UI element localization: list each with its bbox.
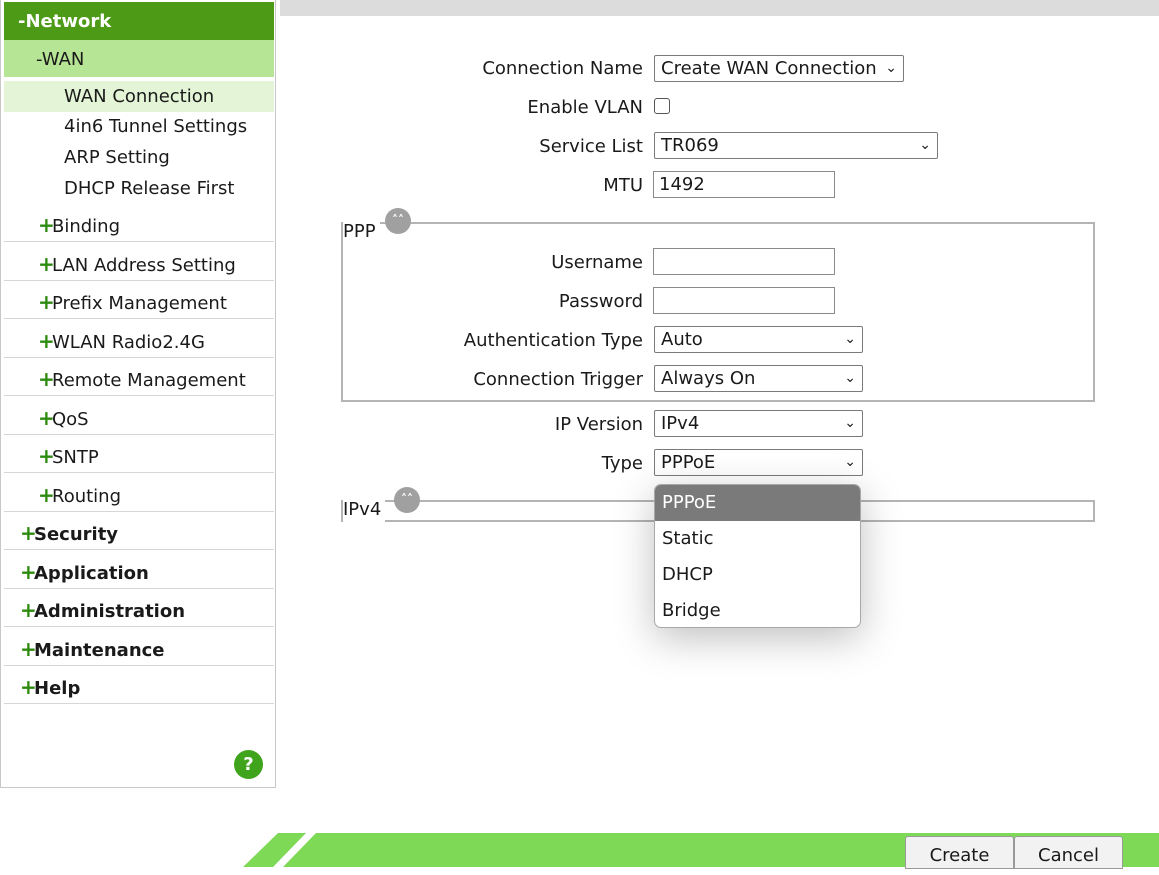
- nav-security[interactable]: +Security: [4, 512, 274, 550]
- expand-plus-icon: +: [38, 252, 55, 276]
- username-label: Username: [551, 252, 643, 273]
- nav-wan[interactable]: -WAN: [4, 40, 274, 77]
- conn-trigger-value: Always On: [661, 368, 756, 389]
- auth-type-label: Authentication Type: [463, 330, 643, 351]
- expand-plus-icon: +: [20, 675, 37, 699]
- chevron-down-icon: ⌄: [844, 415, 856, 431]
- chevron-down-icon: ⌄: [844, 454, 856, 470]
- connection-name-value: Create WAN Connection: [661, 58, 877, 79]
- chevron-down-icon: ⌄: [919, 137, 931, 153]
- nav-qos[interactable]: +QoS: [4, 397, 274, 435]
- type-option-dhcp[interactable]: DHCP: [655, 557, 860, 593]
- nav-label: Application: [34, 563, 149, 584]
- auth-type-value: Auto: [661, 329, 703, 350]
- nav-label: Prefix Management: [52, 293, 227, 314]
- type-select[interactable]: PPPoE ⌄: [654, 449, 863, 476]
- help-icon[interactable]: ?: [234, 750, 263, 779]
- nav-label: LAN Address Setting: [52, 255, 236, 276]
- chevron-down-icon: ⌄: [885, 60, 897, 76]
- expand-plus-icon: +: [38, 213, 55, 237]
- nav-4in6-tunnel-settings[interactable]: 4in6 Tunnel Settings: [4, 111, 274, 142]
- type-dropdown-list: PPPoE Static DHCP Bridge: [654, 484, 861, 628]
- mtu-input[interactable]: 1492: [653, 171, 835, 198]
- nav-application[interactable]: +Application: [4, 551, 274, 589]
- expand-plus-icon: +: [38, 367, 55, 391]
- nav-help[interactable]: +Help: [4, 666, 274, 704]
- nav-prefix-management[interactable]: +Prefix Management: [4, 281, 274, 319]
- type-option-bridge[interactable]: Bridge: [655, 593, 860, 627]
- nav-label: QoS: [52, 409, 89, 430]
- chevron-down-icon: ⌄: [844, 370, 856, 386]
- top-bar: [280, 0, 1159, 16]
- enable-vlan-checkbox[interactable]: [654, 98, 670, 114]
- auth-type-select[interactable]: Auto ⌄: [654, 326, 863, 353]
- expand-plus-icon: +: [38, 329, 55, 353]
- expand-plus-icon: +: [20, 598, 37, 622]
- ip-version-label: IP Version: [554, 414, 643, 435]
- cancel-button[interactable]: Cancel: [1014, 836, 1123, 869]
- expand-plus-icon: +: [38, 483, 55, 507]
- username-input[interactable]: [653, 248, 835, 275]
- service-list-select[interactable]: TR069 ⌄: [654, 132, 938, 159]
- nav-sntp[interactable]: +SNTP: [4, 435, 274, 473]
- nav-remote-management[interactable]: +Remote Management: [4, 358, 274, 396]
- mtu-label: MTU: [603, 175, 643, 196]
- type-label: Type: [601, 453, 643, 474]
- service-list-value: TR069: [661, 135, 719, 156]
- nav-wan-connection[interactable]: WAN Connection: [4, 81, 274, 112]
- service-list-label: Service List: [539, 136, 643, 157]
- sidebar: -Network -WAN WAN Connection 4in6 Tunnel…: [0, 0, 276, 788]
- expand-plus-icon: +: [20, 560, 37, 584]
- nav-maintenance[interactable]: +Maintenance: [4, 628, 274, 666]
- collapse-up-icon[interactable]: ˄˄: [394, 487, 420, 513]
- nav-administration[interactable]: +Administration: [4, 589, 274, 627]
- expand-plus-icon: +: [38, 444, 55, 468]
- connection-name-select[interactable]: Create WAN Connection ⌄: [654, 55, 904, 82]
- nav-label: Routing: [52, 486, 122, 507]
- expand-plus-icon: +: [38, 406, 55, 430]
- conn-trigger-label: Connection Trigger: [473, 369, 643, 390]
- type-option-static[interactable]: Static: [655, 521, 860, 557]
- nav-label: Maintenance: [34, 640, 165, 661]
- enable-vlan-label: Enable VLAN: [527, 97, 643, 118]
- nav-label: SNTP: [52, 447, 99, 468]
- connection-name-label: Connection Name: [482, 58, 643, 79]
- nav-arp-setting[interactable]: ARP Setting: [4, 142, 274, 173]
- ppp-legend: PPP: [343, 219, 380, 245]
- nav-label: Remote Management: [52, 370, 246, 391]
- nav-lan-address-setting[interactable]: +LAN Address Setting: [4, 243, 274, 281]
- ip-version-value: IPv4: [661, 413, 700, 434]
- type-value: PPPoE: [661, 452, 716, 473]
- create-button[interactable]: Create: [905, 836, 1014, 869]
- ip-version-select[interactable]: IPv4 ⌄: [654, 410, 863, 437]
- password-label: Password: [558, 291, 643, 312]
- nav-network[interactable]: -Network: [4, 2, 274, 40]
- nav-label: WLAN Radio2.4G: [52, 332, 205, 353]
- expand-plus-icon: +: [20, 637, 37, 661]
- nav-dhcp-release-first[interactable]: DHCP Release First: [4, 173, 274, 204]
- nav-label: Help: [34, 678, 81, 699]
- expand-plus-icon: +: [20, 521, 37, 545]
- expand-plus-icon: +: [38, 290, 55, 314]
- nav-label: Binding: [52, 216, 121, 237]
- nav-label: Administration: [34, 601, 186, 622]
- chevron-down-icon: ⌄: [844, 331, 856, 347]
- nav-label: Security: [34, 524, 119, 545]
- conn-trigger-select[interactable]: Always On ⌄: [654, 365, 863, 392]
- collapse-up-icon[interactable]: ˄˄: [385, 208, 411, 234]
- password-input[interactable]: [653, 287, 835, 314]
- nav-binding[interactable]: +Binding: [4, 204, 274, 242]
- nav-routing[interactable]: +Routing: [4, 474, 274, 512]
- nav-wlan-radio[interactable]: +WLAN Radio2.4G: [4, 320, 274, 358]
- type-option-pppoe[interactable]: PPPoE: [655, 485, 860, 521]
- ipv4-legend: IPv4: [343, 497, 386, 523]
